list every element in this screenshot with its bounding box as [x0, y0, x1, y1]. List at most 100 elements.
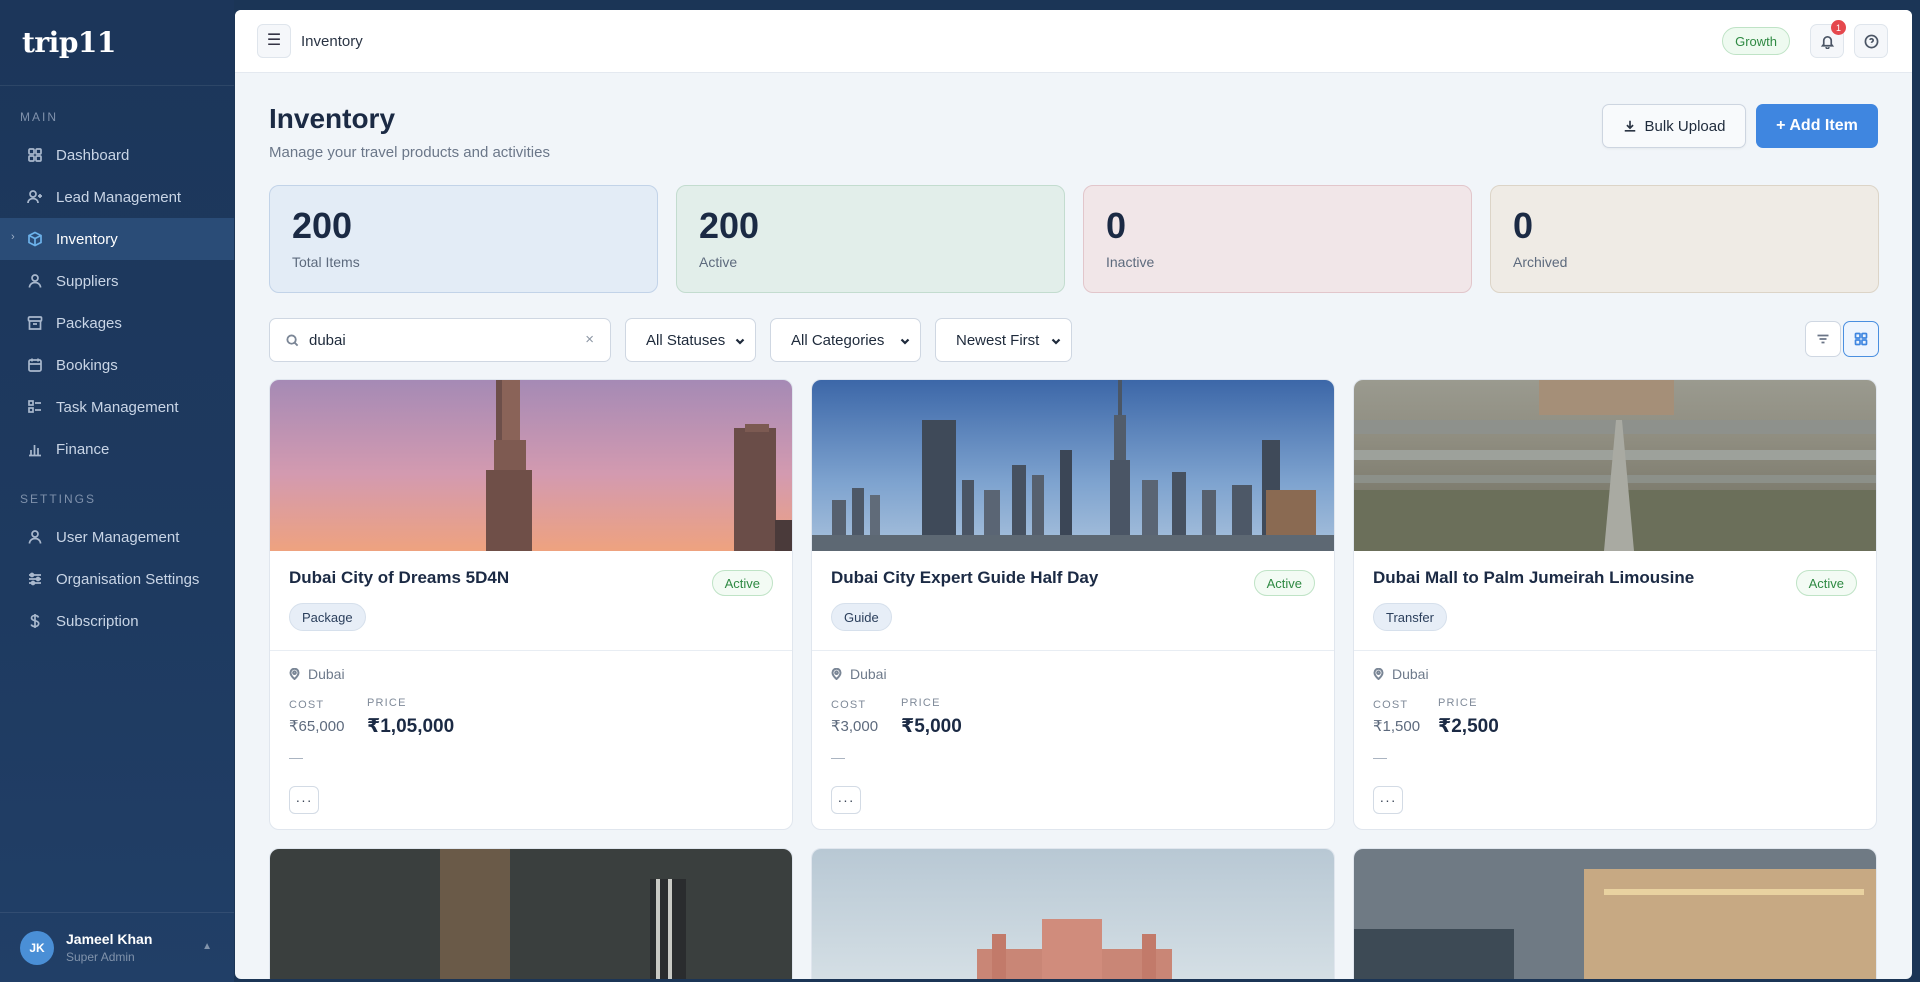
plan-badge[interactable]: Growth: [1722, 27, 1790, 55]
category-tag: Package: [289, 603, 366, 631]
sidebar-item-task-management[interactable]: Task Management: [0, 386, 234, 428]
cost-value: ₹65,000: [289, 718, 345, 735]
sidebar-item-organisation-settings[interactable]: Organisation Settings: [0, 558, 234, 600]
user-icon: [27, 529, 43, 545]
topbar: ☰ Inventory Growth 1: [235, 10, 1912, 73]
help-button[interactable]: [1854, 24, 1888, 58]
breadcrumb: Inventory: [301, 32, 363, 50]
download-icon: [1624, 120, 1635, 132]
inventory-card[interactable]: [269, 848, 793, 979]
sidebar-item-label: Bookings: [56, 356, 118, 374]
stat-card-archived[interactable]: 0 Archived: [1490, 185, 1879, 293]
price-label: PRICE: [1438, 697, 1478, 709]
nav-main: MAIN Dashboard Lead Management › Invento…: [0, 86, 234, 470]
search-box: ×: [269, 318, 611, 362]
sidebar-item-label: Suppliers: [56, 272, 119, 290]
bulk-upload-button[interactable]: Bulk Upload: [1602, 104, 1746, 148]
bar-chart-icon: [27, 441, 43, 457]
add-item-button[interactable]: + Add Item: [1756, 104, 1878, 148]
nav-header-settings: SETTINGS: [20, 492, 97, 506]
page-subtitle: Manage your travel products and activiti…: [269, 144, 550, 161]
grid-view-button[interactable]: [1843, 321, 1879, 357]
menu-toggle-button[interactable]: ☰: [257, 24, 291, 58]
card-image: [270, 849, 792, 979]
sidebar-item-label: Lead Management: [56, 188, 182, 206]
sidebar-item-finance[interactable]: Finance: [0, 428, 234, 470]
hamburger-icon: ☰: [266, 32, 282, 49]
location-text: Dubai: [850, 666, 887, 682]
status-select[interactable]: All Statuses: [625, 318, 756, 362]
item-note: —: [289, 749, 303, 765]
status-badge: Active: [1253, 570, 1315, 596]
stat-card-active[interactable]: 200 Active: [676, 185, 1065, 293]
cost-label: COST: [831, 699, 867, 711]
sort-select[interactable]: Newest First: [935, 318, 1072, 362]
category-tag: Guide: [831, 603, 892, 631]
bulk-upload-label: Bulk Upload: [1644, 117, 1726, 135]
more-actions-button[interactable]: ···: [831, 786, 861, 814]
sidebar-item-label: Inventory: [56, 230, 118, 248]
inventory-card[interactable]: [811, 848, 1335, 979]
clear-search-icon[interactable]: ×: [585, 331, 594, 348]
cost-value: ₹1,500: [1373, 718, 1421, 735]
sidebar-item-lead-management[interactable]: Lead Management: [0, 176, 234, 218]
sidebar-item-label: Task Management: [56, 398, 179, 416]
item-location: Dubai: [1373, 666, 1429, 682]
stat-card-inactive[interactable]: 0 Inactive: [1083, 185, 1472, 293]
caret-up-icon: ▲: [202, 941, 212, 952]
status-badge: Active: [1795, 570, 1857, 596]
map-pin-icon: [831, 668, 842, 680]
sidebar-item-user-management[interactable]: User Management: [0, 516, 234, 558]
price-value: ₹2,500: [1438, 716, 1499, 737]
inventory-card[interactable]: Dubai City Expert Guide Half Day Active …: [811, 379, 1335, 830]
sidebar: trip11 MAIN Dashboard Lead Management › …: [0, 0, 234, 982]
inventory-card[interactable]: Dubai City of Dreams 5D4N Active Package…: [269, 379, 793, 830]
more-actions-button[interactable]: ···: [289, 786, 319, 814]
notifications-button[interactable]: 1: [1810, 20, 1846, 58]
sidebar-item-label: Subscription: [56, 612, 139, 630]
calendar-icon: [27, 357, 43, 373]
inventory-card[interactable]: [1353, 848, 1877, 979]
item-name: Dubai City of Dreams 5D4N: [289, 568, 510, 587]
sidebar-item-label: Organisation Settings: [56, 570, 200, 588]
location-text: Dubai: [308, 666, 345, 682]
price-value: ₹5,000: [901, 716, 962, 737]
sliders-icon: [27, 571, 43, 587]
filter-toggle-button[interactable]: [1805, 321, 1841, 357]
stat-value: 200: [292, 205, 353, 246]
sidebar-item-dashboard[interactable]: Dashboard: [0, 134, 234, 176]
bell-icon: [1820, 35, 1834, 49]
chevron-right-icon: ›: [11, 231, 15, 243]
stat-value: 200: [699, 205, 760, 246]
box-icon: [27, 231, 43, 247]
price-value: ₹1,05,000: [367, 716, 455, 737]
grid-icon: [27, 147, 43, 163]
more-actions-button[interactable]: ···: [1373, 786, 1403, 814]
map-pin-icon: [1373, 668, 1384, 680]
stat-value: 0: [1106, 205, 1127, 246]
price-label: PRICE: [367, 697, 407, 709]
stat-label: Total Items: [292, 254, 360, 270]
sidebar-item-bookings[interactable]: Bookings: [0, 344, 234, 386]
search-icon: [286, 333, 299, 346]
sidebar-item-inventory[interactable]: › Inventory: [0, 218, 234, 260]
item-note: —: [831, 749, 845, 765]
search-input[interactable]: [309, 331, 559, 349]
inventory-card[interactable]: Dubai Mall to Palm Jumeirah Limousine Ac…: [1353, 379, 1877, 830]
stats-row: 200 Total Items 200 Active 0 Inactive 0 …: [269, 185, 1879, 293]
main-content: ☰ Inventory Growth 1 Inventory Manage yo…: [235, 10, 1912, 979]
filter-lines-icon: [1817, 334, 1829, 344]
category-select-value: All Categories: [791, 331, 885, 349]
chevron-down-icon: [735, 333, 745, 345]
status-select-value: All Statuses: [646, 331, 726, 349]
sidebar-item-subscription[interactable]: Subscription: [0, 600, 234, 642]
sidebar-item-packages[interactable]: Packages: [0, 302, 234, 344]
sidebar-item-suppliers[interactable]: Suppliers: [0, 260, 234, 302]
brand-logo[interactable]: trip11: [0, 0, 234, 86]
filter-bar: × All Statuses All Categories Newest Fir…: [269, 318, 1879, 362]
category-select[interactable]: All Categories: [770, 318, 921, 362]
stat-card-total[interactable]: 200 Total Items: [269, 185, 658, 293]
grid-icon: [1854, 332, 1868, 346]
page-title: Inventory: [269, 103, 396, 134]
user-menu[interactable]: JK Jameel Khan Super Admin ▲: [0, 912, 234, 982]
